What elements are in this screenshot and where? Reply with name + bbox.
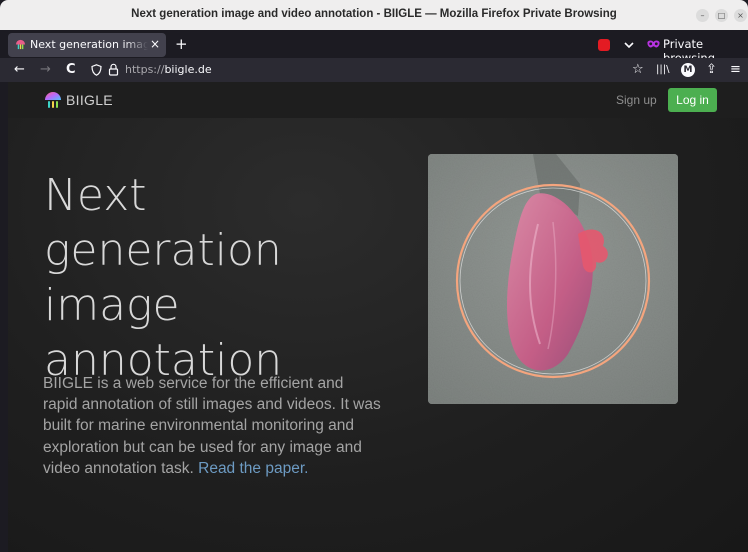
maximize-button[interactable]: □ xyxy=(715,9,728,22)
site-header: BIIGLE Sign up Log in xyxy=(8,82,748,118)
read-the-paper-link[interactable]: Read the paper. xyxy=(198,460,308,477)
window-title: Next generation image and video annotati… xyxy=(131,8,617,20)
brand-name[interactable]: BIIGLE xyxy=(66,92,113,108)
list-all-tabs-chevron-down-icon[interactable] xyxy=(624,39,634,53)
headline-line: image xyxy=(44,280,180,331)
hero-description: BIIGLE is a web service for the efficien… xyxy=(43,373,381,479)
window-titlebar: Next generation image and video annotati… xyxy=(0,0,748,30)
navigation-toolbar: ← → C https://biigle.de ☆ |||\ M ⇪ ≡ xyxy=(0,58,748,82)
reload-icon[interactable]: C xyxy=(66,62,76,77)
bookmark-star-icon[interactable]: ☆ xyxy=(632,62,644,77)
log-in-button[interactable]: Log in xyxy=(668,88,717,112)
library-icon[interactable]: |||\ xyxy=(656,64,669,75)
hero-headline: Next generation image annotation xyxy=(44,168,384,388)
minimize-button[interactable]: – xyxy=(696,9,709,22)
headline-line: generation xyxy=(44,225,282,276)
url-host: biigle.de xyxy=(164,63,212,76)
biigle-favicon-icon xyxy=(15,39,26,50)
extensions-puzzle-icon[interactable]: ⇪ xyxy=(706,62,717,77)
close-window-button[interactable]: × xyxy=(734,9,747,22)
ublock-extension-icon[interactable] xyxy=(598,39,610,51)
headline-line: Next xyxy=(44,170,147,221)
new-tab-button[interactable]: + xyxy=(175,35,188,53)
url-bar[interactable]: https://biigle.de xyxy=(125,63,212,76)
back-arrow-icon[interactable]: ← xyxy=(14,62,25,77)
forward-arrow-icon[interactable]: → xyxy=(40,62,51,77)
browser-tab[interactable]: Next generation image and video annotati… xyxy=(8,33,166,57)
url-scheme: https:// xyxy=(125,63,165,76)
hamburger-menu-icon[interactable]: ≡ xyxy=(730,62,741,77)
tab-strip: Next generation image and video annotati… xyxy=(0,30,748,65)
sign-up-link[interactable]: Sign up xyxy=(616,93,657,107)
private-browsing-mask-icon xyxy=(647,40,660,48)
account-avatar-icon[interactable]: M xyxy=(681,63,695,77)
hero-section: Next generation image annotation BIIGLE … xyxy=(8,118,748,552)
lock-icon[interactable] xyxy=(108,63,119,76)
annotation-example-svg xyxy=(428,154,678,404)
tab-title: Next generation image and video annotati… xyxy=(30,38,148,51)
annotated-sea-cucumber-image xyxy=(428,154,678,404)
tracking-protection-shield-icon[interactable] xyxy=(91,64,102,76)
biigle-logo-icon[interactable] xyxy=(44,91,62,109)
tab-close-icon[interactable]: × xyxy=(150,37,160,51)
